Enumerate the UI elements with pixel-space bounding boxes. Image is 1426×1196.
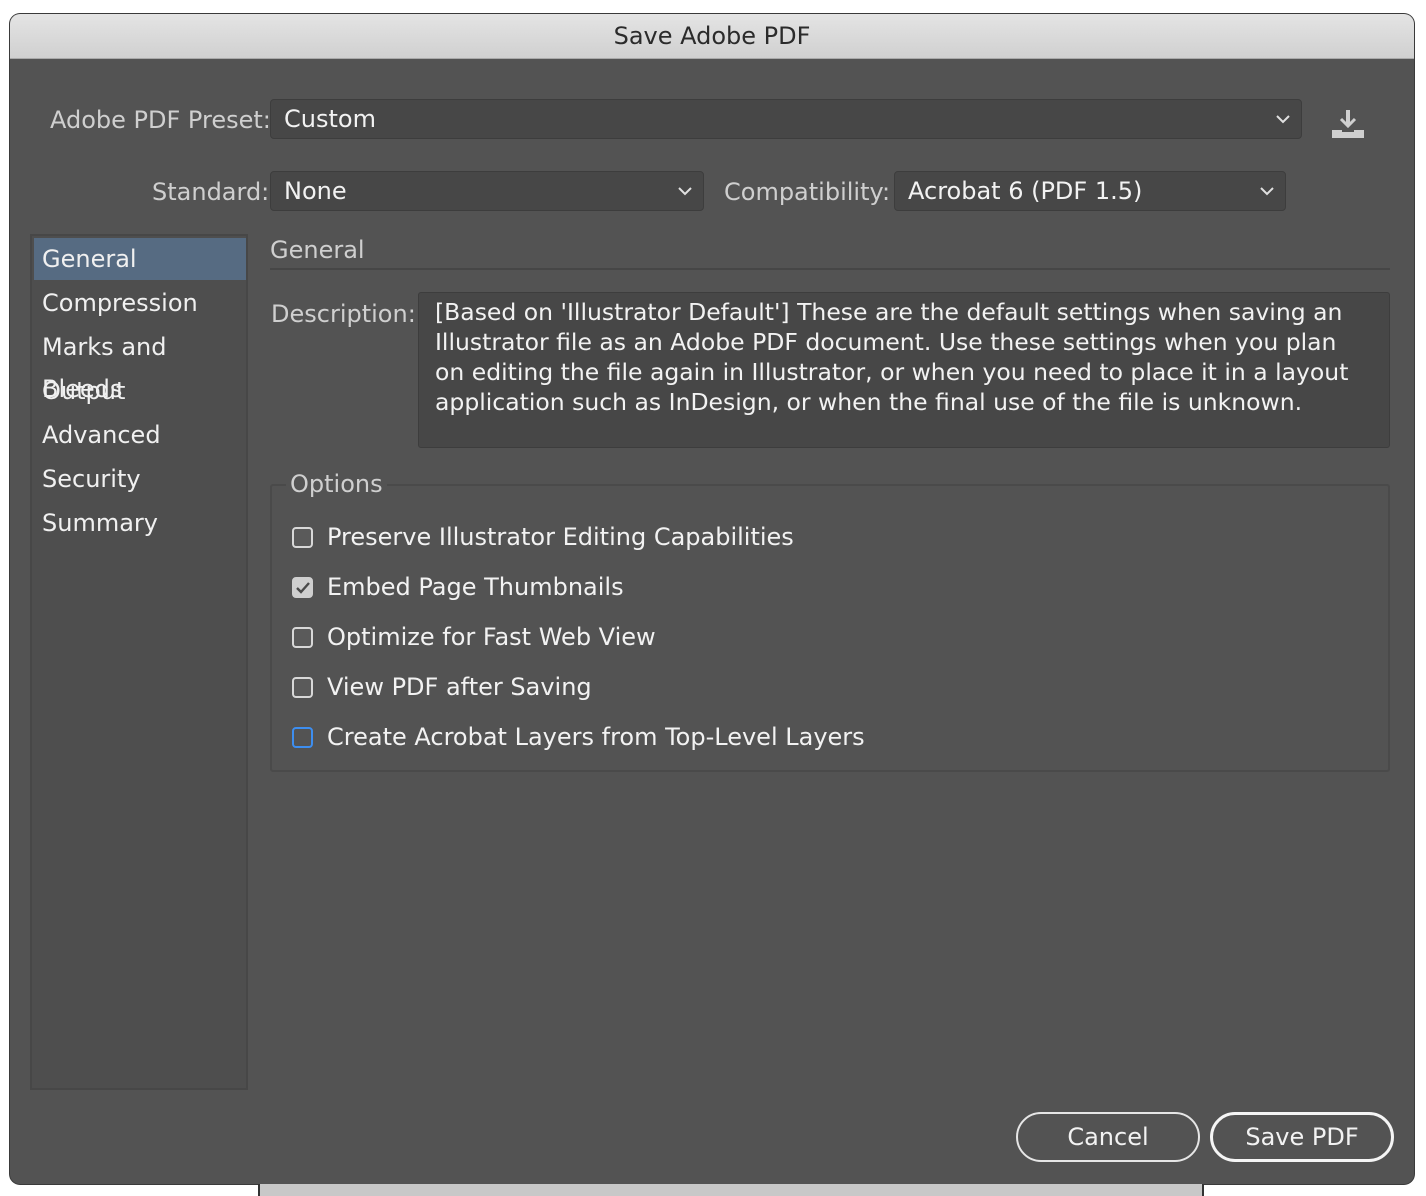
checkmark-icon xyxy=(296,581,310,594)
category-sidebar: General Compression Marks and Bleeds Out… xyxy=(30,234,248,1090)
option-view-after-saving[interactable]: View PDF after Saving xyxy=(292,670,592,704)
option-label: View PDF after Saving xyxy=(327,673,592,701)
save-pdf-dialog: Save Adobe PDF Adobe PDF Preset: Custom … xyxy=(10,14,1414,1184)
standard-dropdown[interactable]: None xyxy=(270,171,704,211)
standard-label: Standard: xyxy=(152,178,270,206)
preset-dropdown[interactable]: Custom xyxy=(270,99,1302,139)
chevron-down-icon xyxy=(1276,115,1290,124)
standard-value: None xyxy=(284,177,347,205)
option-create-acrobat-layers[interactable]: Create Acrobat Layers from Top-Level Lay… xyxy=(292,720,865,754)
option-embed-thumbnails[interactable]: Embed Page Thumbnails xyxy=(292,570,624,604)
preset-label: Adobe PDF Preset: xyxy=(50,106,271,134)
description-label: Description: xyxy=(271,300,416,328)
options-title: Options xyxy=(286,470,387,498)
sidebar-item-summary[interactable]: Summary xyxy=(34,502,246,544)
option-fast-web-view[interactable]: Optimize for Fast Web View xyxy=(292,620,656,654)
sidebar-item-compression[interactable]: Compression xyxy=(34,282,246,324)
option-label: Embed Page Thumbnails xyxy=(327,573,624,601)
checkbox[interactable] xyxy=(292,676,313,698)
chevron-down-icon xyxy=(1260,187,1274,196)
option-label: Create Acrobat Layers from Top-Level Lay… xyxy=(327,723,865,751)
chevron-down-icon xyxy=(678,187,692,196)
checkbox[interactable] xyxy=(292,526,313,548)
preset-value: Custom xyxy=(284,105,376,133)
background-window-strip xyxy=(258,1184,1204,1196)
save-pdf-button[interactable]: Save PDF xyxy=(1210,1112,1394,1162)
option-preserve-editing[interactable]: Preserve Illustrator Editing Capabilitie… xyxy=(292,520,794,554)
sidebar-item-advanced[interactable]: Advanced xyxy=(34,414,246,456)
sidebar-item-output[interactable]: Output xyxy=(34,370,246,412)
sidebar-item-marks-and-bleeds[interactable]: Marks and Bleeds xyxy=(34,326,246,403)
checkbox-focused[interactable] xyxy=(292,726,313,748)
compatibility-dropdown[interactable]: Acrobat 6 (PDF 1.5) xyxy=(894,171,1286,211)
option-label: Optimize for Fast Web View xyxy=(327,623,656,651)
cancel-button[interactable]: Cancel xyxy=(1016,1112,1200,1162)
sidebar-item-general[interactable]: General xyxy=(34,238,246,280)
sidebar-item-security[interactable]: Security xyxy=(34,458,246,500)
option-label: Preserve Illustrator Editing Capabilitie… xyxy=(327,523,794,551)
checkbox[interactable] xyxy=(292,626,313,648)
checkbox-checked[interactable] xyxy=(292,576,313,598)
section-divider xyxy=(270,268,1390,270)
description-text: [Based on 'Illustrator Default'] These a… xyxy=(418,292,1390,448)
compatibility-label: Compatibility: xyxy=(724,178,891,206)
compatibility-value: Acrobat 6 (PDF 1.5) xyxy=(908,177,1143,205)
section-title: General xyxy=(270,236,365,264)
save-preset-download-icon[interactable] xyxy=(1328,108,1368,142)
dialog-title: Save Adobe PDF xyxy=(10,14,1414,59)
